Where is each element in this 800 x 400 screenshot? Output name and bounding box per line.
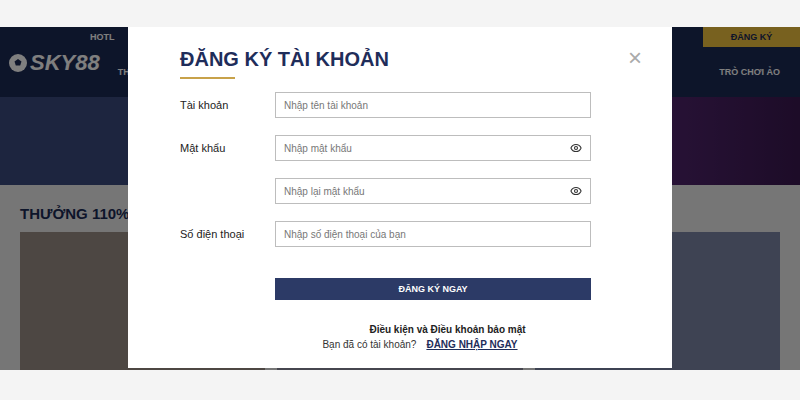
form-row: Mật khẩu — [180, 135, 620, 161]
text-input[interactable] — [284, 143, 564, 154]
register-modal: ĐĂNG KÝ TÀI KHOẢN×Tài khoảnMật khẩuSố đi… — [128, 27, 672, 368]
show-password-icon[interactable] — [570, 185, 582, 197]
login-line: Bạn đã có tài khoản? ĐĂNG NHẬP NGAY — [180, 339, 620, 350]
text-input[interactable] — [284, 186, 564, 197]
login-prompt: Bạn đã có tài khoản? — [322, 339, 416, 350]
text-input[interactable] — [284, 229, 582, 240]
field-label: Số điện thoại — [180, 228, 275, 240]
close-button[interactable]: × — [628, 47, 642, 69]
site: HOTLĐĂNG KÝSKY88THỂ TTRÒ CHƠI ẢOTHƯỞNG 1… — [0, 27, 800, 370]
form-row — [180, 178, 620, 204]
text-input[interactable] — [284, 100, 582, 111]
submit-button[interactable]: ĐĂNG KÝ NGAY — [275, 278, 591, 300]
modal-header: ĐĂNG KÝ TÀI KHOẢN× — [180, 47, 620, 71]
title-underline — [180, 77, 235, 79]
form-row: Số điện thoại — [180, 221, 620, 247]
field-label: Tài khoản — [180, 99, 275, 111]
input-field[interactable] — [275, 178, 591, 204]
input-field[interactable] — [275, 135, 591, 161]
show-password-icon[interactable] — [570, 142, 582, 154]
input-field[interactable] — [275, 92, 591, 118]
field-label: Mật khẩu — [180, 142, 275, 154]
input-field[interactable] — [275, 221, 591, 247]
bottom-strip — [0, 370, 800, 400]
modal-title: ĐĂNG KÝ TÀI KHOẢN — [180, 47, 389, 71]
register-form: Tài khoản Mật khẩu Số điện thoại — [180, 92, 620, 247]
top-strip — [0, 0, 800, 27]
login-link[interactable]: ĐĂNG NHẬP NGAY — [426, 339, 517, 350]
terms-link[interactable]: Điều kiện và Điều khoản bảo mật — [180, 324, 620, 335]
form-row: Tài khoản — [180, 92, 620, 118]
page: HOTLĐĂNG KÝSKY88THỂ TTRÒ CHƠI ẢOTHƯỞNG 1… — [0, 0, 800, 400]
